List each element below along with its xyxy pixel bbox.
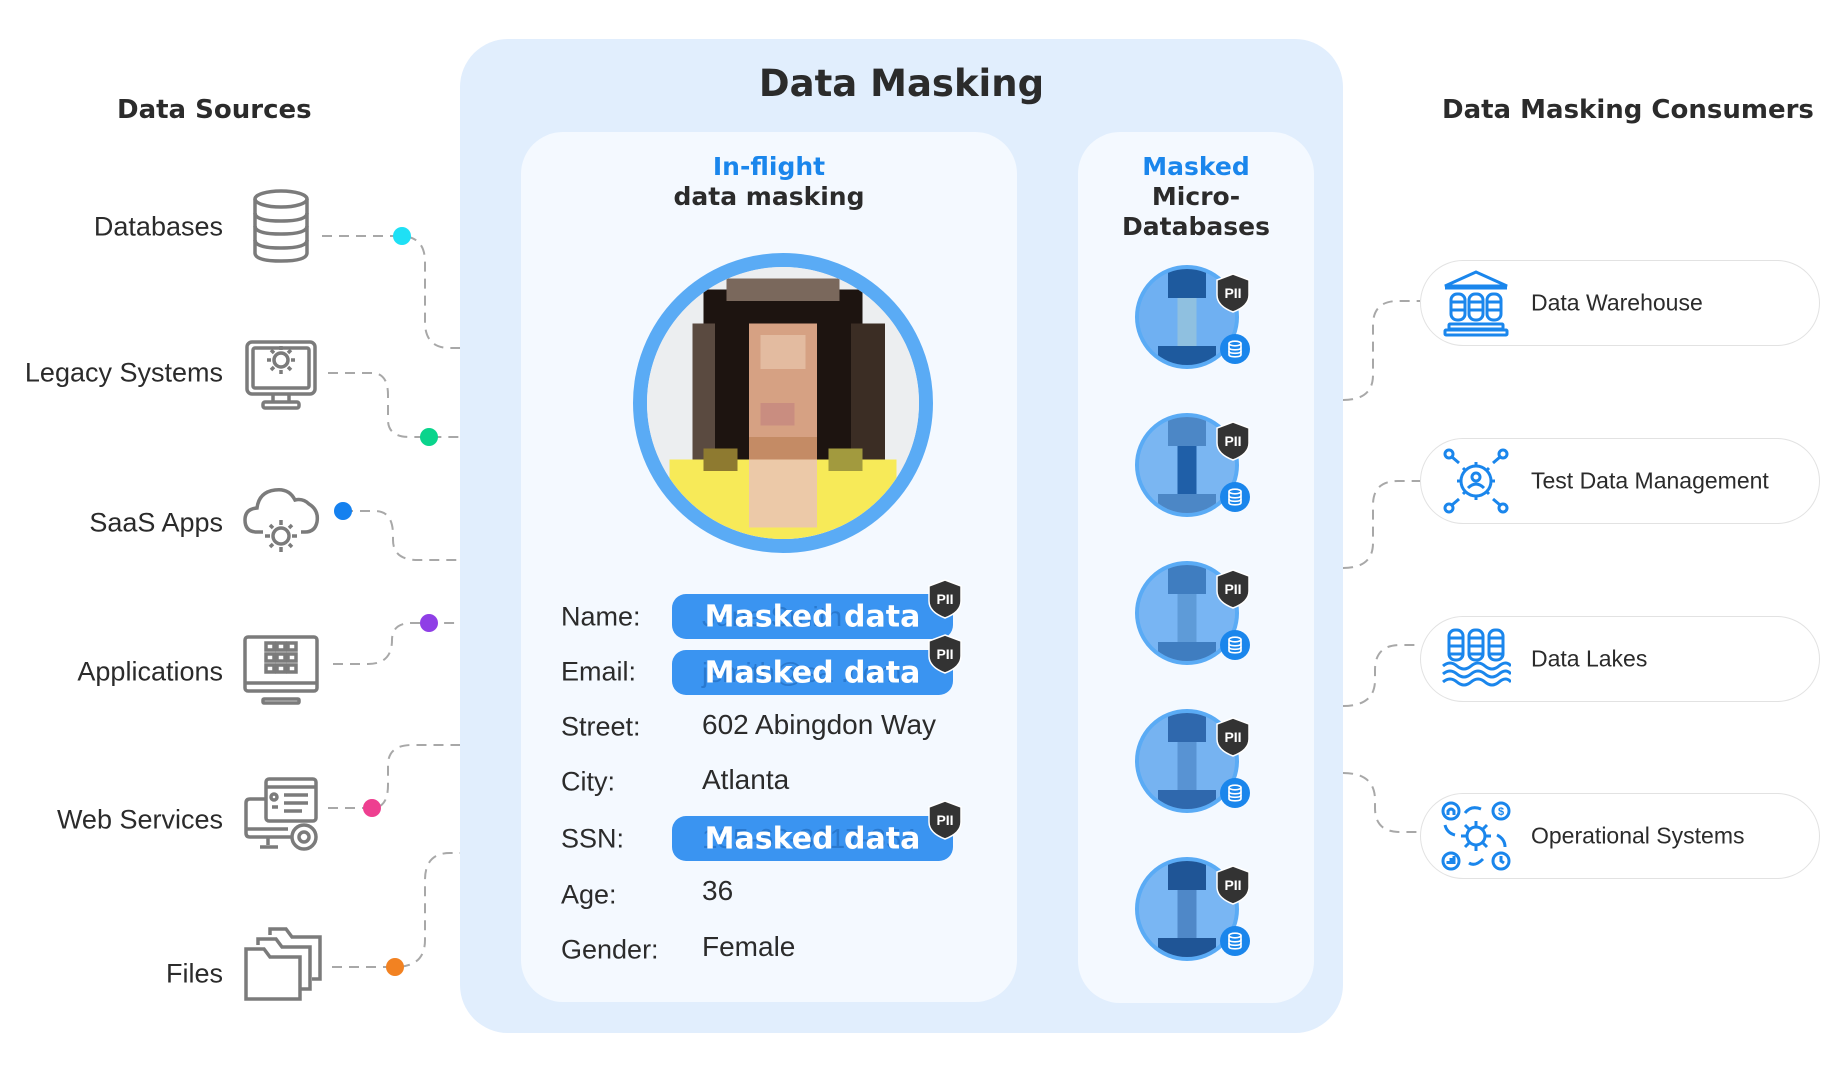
masked-email-label: Masked data xyxy=(704,655,921,690)
pii-badge-text: PII xyxy=(1224,285,1241,301)
masked-ssn-label: Masked data xyxy=(704,821,921,856)
pii-shield-icon: PII xyxy=(1216,569,1250,609)
data-masking-consumers-heading: Data Masking Consumers xyxy=(1442,95,1814,125)
files-folders-icon xyxy=(242,923,322,1003)
inflight-sub-label: data masking xyxy=(673,182,865,211)
inflight-accent-label: In-flight xyxy=(712,152,826,181)
pii-shield-icon: PII xyxy=(928,579,962,619)
masked-email-pill: jsmith@sa .com Masked data xyxy=(672,650,953,695)
consumer-label: Test Data Management xyxy=(1531,467,1769,494)
connector-files xyxy=(332,852,460,968)
source-dot xyxy=(334,502,352,520)
database-badge-icon xyxy=(1220,482,1250,512)
pii-shield-icon: PII xyxy=(928,634,962,674)
database-badge-icon xyxy=(1220,630,1250,660)
pii-badge-text: PII xyxy=(1224,433,1241,449)
connector-operational-systems xyxy=(1342,772,1420,833)
person-avatar-pixelated xyxy=(633,253,933,553)
legacy-monitor-gear-icon xyxy=(241,334,321,414)
connector-data-warehouse xyxy=(1342,300,1420,401)
connector-saas-apps xyxy=(343,510,460,561)
pii-badge-text: PII xyxy=(1224,581,1241,597)
data-lakes-icon xyxy=(1441,624,1511,694)
pii-shield-icon: PII xyxy=(1216,865,1250,905)
pii-badge-text: PII xyxy=(936,812,953,828)
cloud-gear-icon xyxy=(241,480,321,560)
field-label-age: Age: xyxy=(561,879,617,910)
operational-systems-icon: $ xyxy=(1441,801,1511,871)
source-label: SaaS Apps xyxy=(89,507,223,538)
pii-badge-text: PII xyxy=(1224,729,1241,745)
source-label: Databases xyxy=(93,211,223,242)
source-label: Web Services xyxy=(56,804,223,835)
test-data-management-icon xyxy=(1441,446,1511,516)
micro-accent-label: Masked xyxy=(1142,152,1250,181)
pii-badge-text: PII xyxy=(1224,877,1241,893)
field-value-street: 602 Abingdon Way xyxy=(702,709,937,740)
web-services-icon xyxy=(242,775,322,855)
field-label-ssn: SSN: xyxy=(561,823,625,854)
database-badge-icon xyxy=(1220,778,1250,808)
field-value-city: Atlanta xyxy=(702,764,790,795)
field-value-age: 36 xyxy=(702,875,734,906)
data-masking-title: Data Masking xyxy=(758,62,1045,105)
database-badge-icon xyxy=(1220,926,1250,956)
connector-applications xyxy=(333,622,460,665)
source-label: Files xyxy=(165,958,223,989)
source-label: Legacy Systems xyxy=(24,357,223,388)
connector-data-lakes xyxy=(1342,644,1420,707)
masked-name-pill: Jane Smith Masked data xyxy=(672,594,953,639)
field-label-name: Name: xyxy=(561,601,641,632)
field-label-street: Street: xyxy=(561,711,641,742)
connector-web-services xyxy=(328,744,460,809)
consumer-label: Data Warehouse xyxy=(1531,289,1703,316)
masked-ssn-pill: 135-62-3617-854 Masked data xyxy=(672,816,953,861)
pii-badge-text: PII xyxy=(936,591,953,607)
pii-shield-icon: PII xyxy=(1216,421,1250,461)
database-badge-icon xyxy=(1220,334,1250,364)
source-label: Applications xyxy=(77,656,223,687)
masked-name-label: Masked data xyxy=(704,599,921,634)
micro-card-heading: Masked Micro-Databases xyxy=(1078,152,1314,242)
pii-shield-icon: PII xyxy=(1216,717,1250,757)
field-label-email: Email: xyxy=(561,656,637,687)
inflight-card-heading: In-flight data masking xyxy=(521,152,1017,212)
source-dot xyxy=(386,958,404,976)
consumer-test-data-management[interactable]: Test Data Management xyxy=(1420,438,1820,524)
source-dot xyxy=(420,428,438,446)
consumer-label: Operational Systems xyxy=(1531,822,1745,849)
field-label-city: City: xyxy=(561,766,615,797)
database-icon xyxy=(241,186,321,266)
svg-text:$: $ xyxy=(1498,806,1504,818)
connector-databases xyxy=(322,235,460,349)
field-label-gender: Gender: xyxy=(561,934,659,965)
consumer-data-lakes[interactable]: Data Lakes xyxy=(1420,616,1820,702)
source-dot xyxy=(393,227,411,245)
consumer-data-warehouse[interactable]: Data Warehouse xyxy=(1420,260,1820,346)
data-sources-heading: Data Sources xyxy=(117,95,312,125)
source-dot xyxy=(420,614,438,632)
connector-test-data-management xyxy=(1342,480,1420,569)
app-grid-monitor-icon xyxy=(241,627,321,707)
data-warehouse-icon xyxy=(1441,268,1511,338)
micro-sub-label: Micro-Databases xyxy=(1122,182,1270,241)
source-dot xyxy=(363,799,381,817)
connector-legacy-systems xyxy=(328,372,460,438)
pii-shield-icon: PII xyxy=(1216,273,1250,313)
pii-badge-text: PII xyxy=(936,646,953,662)
consumer-label: Data Lakes xyxy=(1531,645,1648,672)
consumer-operational-systems[interactable]: $ Operational Systems xyxy=(1420,793,1820,879)
field-value-gender: Female xyxy=(702,931,796,962)
pii-shield-icon: PII xyxy=(928,800,962,840)
